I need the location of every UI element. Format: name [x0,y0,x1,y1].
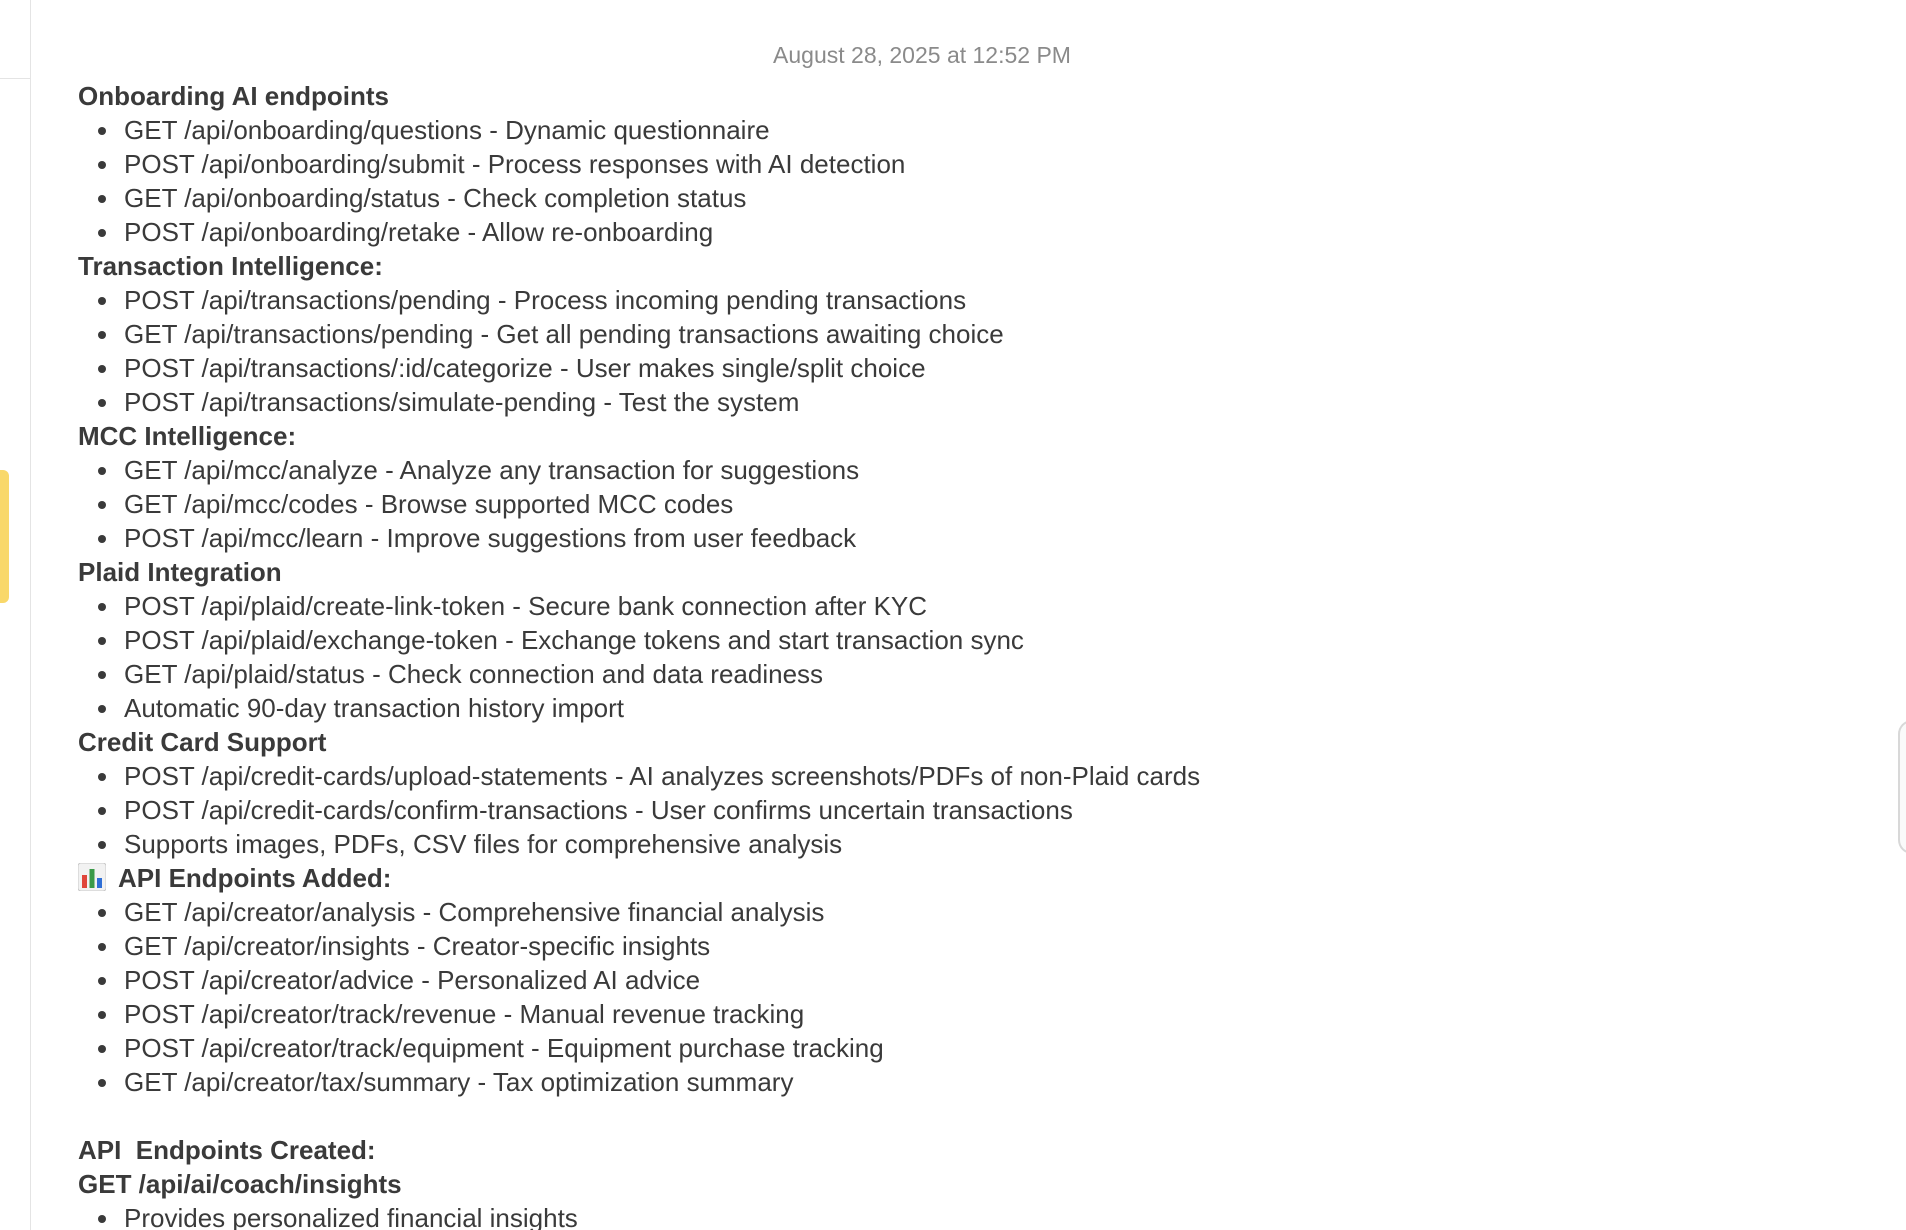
endpoint-list: POST /api/transactions/pending - Process… [78,283,1858,419]
list-item: POST /api/plaid/create-link-token - Secu… [78,589,1858,623]
list-item: GET /api/creator/insights - Creator-spec… [78,929,1858,963]
list-item: POST /api/creator/track/revenue - Manual… [78,997,1858,1031]
list-item: GET /api/transactions/pending - Get all … [78,317,1858,351]
note-body[interactable]: August 28, 2025 at 12:52 PM Onboarding A… [77,38,1858,1230]
section-title: Transaction Intelligence: [78,251,383,281]
side-panel-handle[interactable] [1898,720,1906,854]
note-timestamp: August 28, 2025 at 12:52 PM [773,42,1071,68]
bar-chart-icon [77,862,107,892]
list-item: Automatic 90-day transaction history imp… [78,691,1858,725]
section-heading: API Endpoints Created: [78,1133,1858,1167]
list-item: POST /api/transactions/simulate-pending … [78,385,1858,419]
section-title: API Endpoints Added: [118,863,392,893]
section-heading: MCC Intelligence: [78,419,1858,453]
section-title: Onboarding AI endpoints [78,81,390,111]
list-item: POST /api/creator/track/equipment - Equi… [78,1031,1858,1065]
list-item: POST /api/plaid/exchange-token - Exchang… [78,623,1858,657]
endpoint-list: POST /api/credit-cards/upload-statements… [78,759,1858,861]
section-title: MCC Intelligence: [78,421,297,451]
section-heading: GET /api/ai/coach/insights [78,1167,1858,1201]
list-item: POST /api/onboarding/submit - Process re… [78,147,1858,181]
list-item: POST /api/creator/advice - Personalized … [78,963,1858,997]
list-item: GET /api/plaid/status - Check connection… [78,657,1858,691]
section-title: Credit Card Support [78,727,327,757]
list-item: Provides personalized financial insights [78,1201,1858,1230]
endpoint-list: POST /api/plaid/create-link-token - Secu… [78,589,1858,725]
list-item: POST /api/credit-cards/upload-statements… [78,759,1858,793]
section-heading: Transaction Intelligence: [78,249,1858,283]
endpoint-list: GET /api/mcc/analyze - Analyze any trans… [78,453,1858,555]
section-heading: Onboarding AI endpoints [78,79,1858,113]
notes-window: August 28, 2025 at 12:52 PM Onboarding A… [0,0,1906,1230]
list-item: GET /api/creator/analysis - Comprehensiv… [78,895,1858,929]
section-heading: API Endpoints Added: [77,861,1858,895]
list-item: GET /api/onboarding/status - Check compl… [78,181,1858,215]
list-item: POST /api/transactions/:id/categorize - … [78,351,1858,385]
list-item: POST /api/onboarding/retake - Allow re-o… [78,215,1858,249]
sidebar-edge [0,0,31,1230]
list-item: GET /api/mcc/codes - Browse supported MC… [78,487,1858,521]
endpoint-list: GET /api/onboarding/questions - Dynamic … [78,113,1858,249]
list-item: GET /api/onboarding/questions - Dynamic … [78,113,1858,147]
section-title: GET /api/ai/coach/insights [78,1169,402,1199]
list-item: GET /api/creator/tax/summary - Tax optim… [78,1065,1858,1099]
selected-note-indicator[interactable] [0,470,9,603]
list-item: POST /api/transactions/pending - Process… [78,283,1858,317]
list-item: POST /api/credit-cards/confirm-transacti… [78,793,1858,827]
sidebar-divider [0,78,30,79]
list-item: GET /api/mcc/analyze - Analyze any trans… [78,453,1858,487]
list-item: POST /api/mcc/learn - Improve suggestion… [78,521,1858,555]
section-title: API Endpoints Created: [78,1135,376,1165]
section-heading: Plaid Integration [78,555,1858,589]
section-heading: Credit Card Support [78,725,1858,759]
endpoint-list: Provides personalized financial insights [78,1201,1858,1230]
list-item: Supports images, PDFs, CSV files for com… [78,827,1858,861]
section-title: Plaid Integration [78,557,282,587]
endpoint-list: GET /api/creator/analysis - Comprehensiv… [78,895,1858,1099]
